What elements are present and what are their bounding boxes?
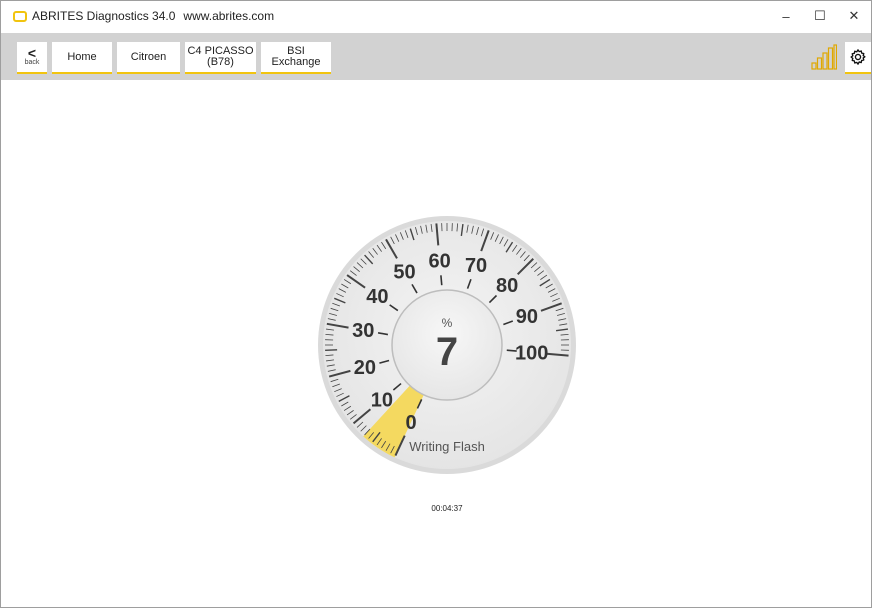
gear-icon bbox=[850, 49, 866, 65]
gauge-minor-tick bbox=[325, 349, 338, 352]
back-arrow-icon: < bbox=[27, 45, 37, 61]
window-url: www.abrites.com bbox=[183, 9, 275, 23]
gauge-tick-label: 40 bbox=[366, 286, 388, 308]
breadcrumb-label: Home bbox=[67, 50, 97, 63]
minimize-button[interactable]: – bbox=[769, 1, 803, 31]
app-logo-icon bbox=[13, 10, 27, 22]
breadcrumb-bsi-exchange[interactable]: BSI Exchange bbox=[261, 42, 331, 74]
gauge-tick-label: 90 bbox=[516, 306, 538, 328]
maximize-button[interactable]: ☐ bbox=[803, 1, 837, 31]
breadcrumb-home[interactable]: Home bbox=[52, 42, 112, 74]
settings-button[interactable] bbox=[845, 42, 871, 74]
window-title: ABRITES Diagnostics 34.0 bbox=[32, 9, 176, 23]
window-controls: – ☐ ✕ bbox=[769, 1, 871, 31]
gauge-tick-label: 70 bbox=[465, 255, 487, 277]
close-button[interactable]: ✕ bbox=[837, 1, 871, 31]
app-window: ABRITES Diagnostics 34.0 www.abrites.com… bbox=[0, 0, 872, 608]
toolbar: < back Home Citroen C4 PICASSO (B78) BSI… bbox=[1, 33, 871, 80]
gauge-tick-label: 30 bbox=[352, 320, 374, 342]
signal-bars-icon bbox=[811, 44, 837, 70]
gauge-tick-label: 10 bbox=[371, 390, 393, 412]
breadcrumb-label: Citroen bbox=[130, 50, 167, 63]
gauge-tick-label: 60 bbox=[428, 250, 450, 272]
title-bar: ABRITES Diagnostics 34.0 www.abrites.com… bbox=[1, 1, 871, 31]
breadcrumb-citroen[interactable]: Citroen bbox=[117, 42, 180, 74]
back-label: back bbox=[24, 59, 40, 66]
back-button[interactable]: < back bbox=[17, 42, 47, 74]
breadcrumb-label-line2: (B78) bbox=[207, 56, 234, 68]
elapsed-time: 00:04:37 bbox=[431, 504, 463, 513]
gauge-value: 7 bbox=[436, 330, 458, 374]
gauge-tick-label: 80 bbox=[496, 275, 518, 297]
gauge-unit: % bbox=[442, 316, 453, 330]
breadcrumb-model[interactable]: C4 PICASSO (B78) bbox=[185, 42, 256, 74]
gauge-inner-tick bbox=[440, 275, 443, 286]
gauge-tick-label: 100 bbox=[515, 342, 548, 364]
gauge-status-label: Writing Flash bbox=[409, 439, 485, 454]
progress-gauge: 0 10 20 30 4050 60 70 80 90 100 % 7 Writing Flash bbox=[318, 216, 576, 474]
gauge-tick-label: 20 bbox=[354, 357, 376, 379]
gauge-tick-label: 0 bbox=[406, 412, 417, 434]
breadcrumb-label-line2: Exchange bbox=[271, 56, 321, 68]
gauge-tick-label: 50 bbox=[393, 261, 415, 283]
